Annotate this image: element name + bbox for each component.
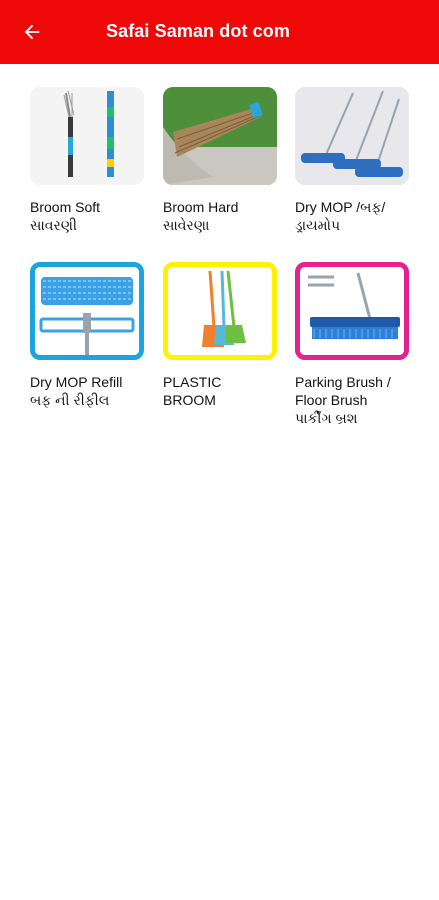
product-card-plastic-broom[interactable]: PLASTIC BROOM [163,262,281,409]
page-title: Safai Saman dot com [106,21,290,41]
back-button[interactable] [18,18,46,46]
product-card-dry-mop[interactable]: Dry MOP /બફ/ ડ્રાયમોપ [295,87,413,234]
product-label: Dry MOP /બફ/ ડ્રાયમોપ [295,199,386,233]
plastic-broom-image [163,262,277,360]
product-label: Parking Brush / Floor Brush પાર્કીંગ બ્ર… [295,374,391,426]
product-card-broom-hard[interactable]: Broom Hard સાવેરણા [163,87,281,234]
product-card-parking-brush[interactable]: Parking Brush / Floor Brush પાર્કીંગ બ્ર… [295,262,413,427]
broom-soft-image [30,87,144,185]
product-card-broom-soft[interactable]: Broom Soft સાવરણી [30,87,148,234]
arrow-left-icon [24,24,40,40]
app-bar: Safai Saman dot com [0,0,439,64]
dry-mop-refill-image [30,262,144,360]
dry-mop-image [295,87,409,185]
product-label: PLASTIC BROOM [163,374,222,408]
parking-brush-image [295,262,409,360]
product-label: Broom Soft સાવરણી [30,199,101,233]
broom-hard-image [163,87,277,185]
product-card-dry-mop-refill[interactable]: Dry MOP Refill બફ ની રીફીલ [30,262,148,409]
product-label: Broom Hard સાવેરણા [163,199,239,233]
product-label: Dry MOP Refill બફ ની રીફીલ [30,374,123,408]
